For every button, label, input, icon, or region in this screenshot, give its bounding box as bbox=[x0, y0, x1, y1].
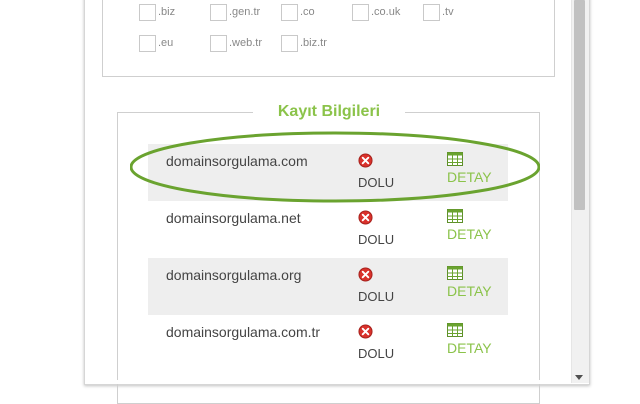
domain-name: domainsorgulama.org bbox=[166, 267, 302, 283]
detail-link[interactable]: DETAY bbox=[447, 169, 492, 185]
ext-checkbox[interactable] bbox=[139, 3, 156, 21]
ext-checkbox[interactable] bbox=[352, 3, 369, 21]
domain-name: domainsorgulama.com bbox=[166, 153, 308, 169]
red-x-circle-icon bbox=[358, 210, 373, 225]
ext-option[interactable]: .co.uk bbox=[352, 2, 400, 22]
ext-option[interactable]: .co bbox=[281, 2, 315, 22]
detail-link[interactable]: DETAY bbox=[447, 283, 492, 299]
ext-checkbox[interactable] bbox=[210, 34, 227, 52]
red-x-circle-icon bbox=[358, 324, 373, 339]
ext-checkbox[interactable] bbox=[423, 3, 440, 21]
ext-option[interactable]: .tv bbox=[423, 2, 454, 22]
panel-bottom bbox=[85, 380, 571, 384]
detail-link[interactable]: DETAY bbox=[447, 340, 492, 356]
domain-row: domainsorgulama.com DOLU DETAY bbox=[148, 144, 508, 201]
ext-label: .co bbox=[300, 6, 315, 18]
table-grid-icon[interactable] bbox=[447, 152, 463, 166]
ext-option[interactable]: .eu bbox=[139, 33, 173, 53]
ext-option[interactable]: .biz bbox=[139, 2, 175, 22]
ext-label: .biz.tr bbox=[300, 37, 327, 49]
ext-option[interactable]: .gen.tr bbox=[210, 2, 260, 22]
red-x-circle-icon bbox=[358, 153, 373, 168]
status-label: DOLU bbox=[358, 289, 395, 304]
ext-label: .gen.tr bbox=[229, 6, 261, 18]
status-label: DOLU bbox=[358, 232, 395, 247]
domain-name: domainsorgulama.net bbox=[166, 210, 301, 226]
domain-row: domainsorgulama.org DOLU DETAY bbox=[148, 258, 508, 315]
status-label: DOLU bbox=[358, 346, 395, 361]
table-grid-icon[interactable] bbox=[447, 209, 463, 223]
chevron-down-icon[interactable] bbox=[575, 375, 583, 380]
ext-checkbox[interactable] bbox=[210, 3, 227, 21]
registration-title: Kayıt Bilgileri bbox=[253, 101, 405, 123]
scrollbar-thumb[interactable] bbox=[574, 0, 585, 210]
ext-label: .co.uk bbox=[371, 6, 401, 18]
ext-label: .eu bbox=[158, 37, 174, 49]
detail-link[interactable]: DETAY bbox=[447, 226, 492, 242]
ext-label: .tv bbox=[442, 6, 454, 18]
table-grid-icon[interactable] bbox=[447, 323, 463, 337]
ext-checkbox[interactable] bbox=[281, 34, 298, 52]
ext-label: .biz bbox=[158, 6, 176, 18]
domain-row: domainsorgulama.com.tr DOLU DETAY bbox=[148, 315, 508, 372]
red-x-circle-icon bbox=[358, 267, 373, 282]
ext-checkbox[interactable] bbox=[139, 34, 156, 52]
ext-label: .web.tr bbox=[229, 37, 263, 49]
table-grid-icon[interactable] bbox=[447, 266, 463, 280]
ext-option[interactable]: .biz.tr bbox=[281, 33, 327, 53]
domain-name: domainsorgulama.com.tr bbox=[166, 324, 321, 340]
ext-checkbox[interactable] bbox=[281, 3, 298, 21]
status-label: DOLU bbox=[358, 175, 395, 190]
domain-row: domainsorgulama.net DOLU DETAY bbox=[148, 201, 508, 258]
ext-option[interactable]: .web.tr bbox=[210, 33, 262, 53]
vertical-scrollbar[interactable] bbox=[571, 0, 589, 383]
